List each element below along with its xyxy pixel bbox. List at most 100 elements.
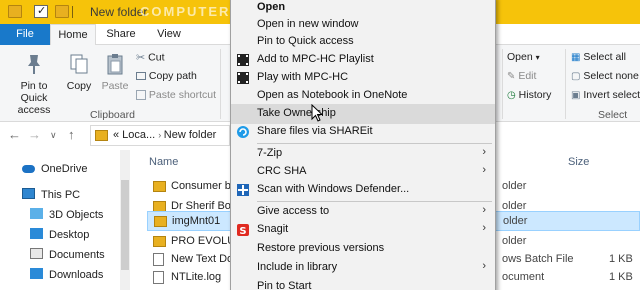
folder-icon bbox=[95, 130, 108, 141]
invert-selection-icon: ▣ bbox=[571, 89, 581, 101]
svg-text:S: S bbox=[239, 226, 246, 237]
address-bar[interactable]: « Loca... › New folder bbox=[90, 125, 230, 146]
file-name: New Text Doc bbox=[171, 253, 239, 265]
copy-path-icon bbox=[136, 72, 146, 81]
menu-item-label: Scan with Windows Defender... bbox=[257, 183, 410, 195]
open-button[interactable]: Open ▾ bbox=[507, 51, 540, 63]
menu-item-label: Restore previous versions bbox=[257, 242, 385, 254]
edit-label: Edit bbox=[518, 70, 537, 82]
menu-item-label: Pin to Quick access bbox=[257, 35, 354, 47]
nav-item-documents[interactable]: Documents bbox=[30, 246, 105, 264]
menu-item-snagit[interactable]: S Snagit › bbox=[231, 220, 495, 240]
copy-button[interactable]: Copy bbox=[64, 53, 94, 92]
invert-selection-button[interactable]: ▣ Invert selectio bbox=[571, 89, 640, 101]
file-type: older bbox=[503, 215, 528, 227]
folder-icon bbox=[154, 216, 167, 227]
recent-chevron-icon[interactable]: ∨ bbox=[50, 130, 57, 141]
paste-label: Paste bbox=[101, 80, 129, 92]
menu-item-pin-quick-access[interactable]: Pin to Quick access bbox=[231, 32, 495, 52]
menu-item-open-onenote[interactable]: Open as Notebook in OneNote bbox=[231, 86, 495, 106]
invert-selection-label: Invert selectio bbox=[583, 89, 640, 101]
nav-item-downloads[interactable]: Downloads bbox=[30, 266, 103, 284]
menu-item-label: Share files via SHAREit bbox=[257, 125, 373, 137]
ribbon-separator bbox=[565, 49, 566, 119]
tab-share[interactable]: Share bbox=[100, 24, 142, 45]
nav-item-3d-objects[interactable]: 3D Objects bbox=[30, 206, 103, 224]
menu-item-restore-versions[interactable]: Restore previous versions bbox=[231, 239, 495, 259]
file-type: ocument bbox=[502, 271, 545, 283]
nav-item-desktop[interactable]: Desktop bbox=[30, 226, 89, 244]
tab-home[interactable]: Home bbox=[50, 24, 96, 46]
folder-icon bbox=[153, 181, 166, 192]
cut-button[interactable]: ✂ Cut bbox=[136, 51, 164, 64]
pin-quick-access-button[interactable]: Pin to Quick access bbox=[6, 53, 62, 116]
menu-item-take-ownership[interactable]: Take Ownership bbox=[231, 104, 495, 124]
menu-item-label: CRC SHA bbox=[257, 165, 307, 177]
column-header-name[interactable]: Name bbox=[149, 156, 178, 168]
menu-item-label: Pin to Start bbox=[257, 280, 312, 290]
select-all-button[interactable]: ▦ Select all bbox=[571, 51, 626, 63]
text-file-icon bbox=[153, 253, 164, 266]
column-header-size[interactable]: Size bbox=[568, 156, 589, 168]
menu-item-label: Add to MPC-HC Playlist bbox=[257, 53, 374, 65]
nav-scrollbar[interactable] bbox=[120, 150, 130, 290]
context-menu: Open Open in new window Pin to Quick acc… bbox=[230, 0, 496, 290]
title-separator bbox=[72, 6, 73, 18]
file-name: imgMnt01 bbox=[172, 215, 221, 227]
tab-file[interactable]: File bbox=[0, 24, 50, 45]
paste-icon bbox=[107, 54, 123, 75]
submenu-arrow-icon: › bbox=[482, 260, 486, 272]
paste-shortcut-label: Paste shortcut bbox=[148, 89, 217, 101]
mpc-icon bbox=[237, 72, 249, 84]
nav-item-onedrive[interactable]: OneDrive bbox=[22, 160, 87, 178]
up-arrow-icon[interactable]: ↑ bbox=[68, 127, 75, 142]
log-file-icon bbox=[153, 271, 164, 284]
copy-label: Copy bbox=[66, 80, 92, 92]
menu-item-include-library[interactable]: Include in library › bbox=[231, 258, 495, 278]
desktop-icon bbox=[30, 228, 43, 239]
submenu-arrow-icon: › bbox=[482, 204, 486, 216]
paste-shortcut-button[interactable]: Paste shortcut bbox=[136, 89, 216, 101]
menu-item-give-access[interactable]: Give access to › bbox=[231, 202, 495, 222]
nav-item-label: OneDrive bbox=[41, 163, 88, 175]
menu-item-scan-defender[interactable]: Scan with Windows Defender... bbox=[231, 180, 495, 200]
menu-item-crc-sha[interactable]: CRC SHA › bbox=[231, 162, 495, 182]
select-none-button[interactable]: ▢ Select none bbox=[571, 70, 639, 82]
shareit-icon bbox=[237, 126, 249, 138]
menu-item-label: Include in library bbox=[257, 261, 338, 273]
documents-icon bbox=[30, 248, 43, 259]
nav-item-label: This PC bbox=[41, 189, 81, 201]
menu-item-pin-start[interactable]: Pin to Start bbox=[231, 277, 495, 290]
cloud-icon bbox=[22, 165, 35, 173]
history-label: History bbox=[518, 89, 552, 101]
copy-path-button[interactable]: Copy path bbox=[136, 70, 197, 82]
copy-icon bbox=[70, 54, 88, 74]
edit-button[interactable]: ✎ Edit bbox=[507, 70, 536, 82]
cube-icon bbox=[30, 208, 43, 219]
new-folder-icon[interactable] bbox=[55, 5, 69, 18]
history-button[interactable]: ◷ History bbox=[507, 89, 551, 101]
scroll-thumb[interactable] bbox=[121, 180, 129, 270]
paste-button[interactable]: Paste bbox=[100, 53, 130, 92]
menu-item-label: 7-Zip bbox=[257, 147, 283, 159]
nav-item-this-pc[interactable]: This PC bbox=[22, 186, 80, 204]
defender-icon bbox=[237, 184, 249, 196]
menu-item-add-mpc-playlist[interactable]: Add to MPC-HC Playlist bbox=[231, 50, 495, 70]
menu-item-label: Take Ownership bbox=[257, 107, 336, 119]
cut-label: Cut bbox=[148, 51, 165, 64]
tab-view[interactable]: View bbox=[148, 24, 190, 45]
breadcrumb-parent[interactable]: « Loca... bbox=[113, 129, 155, 141]
nav-item-label: Documents bbox=[49, 249, 105, 261]
edit-icon: ✎ bbox=[507, 70, 516, 82]
menu-item-shareit[interactable]: Share files via SHAREit bbox=[231, 122, 495, 142]
back-arrow-icon[interactable]: ← bbox=[8, 127, 21, 142]
copy-path-label: Copy path bbox=[148, 70, 197, 82]
properties-check-icon[interactable] bbox=[34, 4, 48, 18]
menu-item-play-mpc[interactable]: Play with MPC-HC bbox=[231, 68, 495, 88]
file-type: older bbox=[502, 235, 527, 247]
paste-shortcut-icon bbox=[136, 90, 146, 101]
forward-arrow-icon[interactable]: → bbox=[28, 127, 41, 142]
select-none-icon: ▢ bbox=[571, 70, 581, 82]
breadcrumb-current[interactable]: New folder bbox=[164, 129, 217, 141]
menu-item-7zip[interactable]: 7-Zip › bbox=[231, 144, 495, 164]
